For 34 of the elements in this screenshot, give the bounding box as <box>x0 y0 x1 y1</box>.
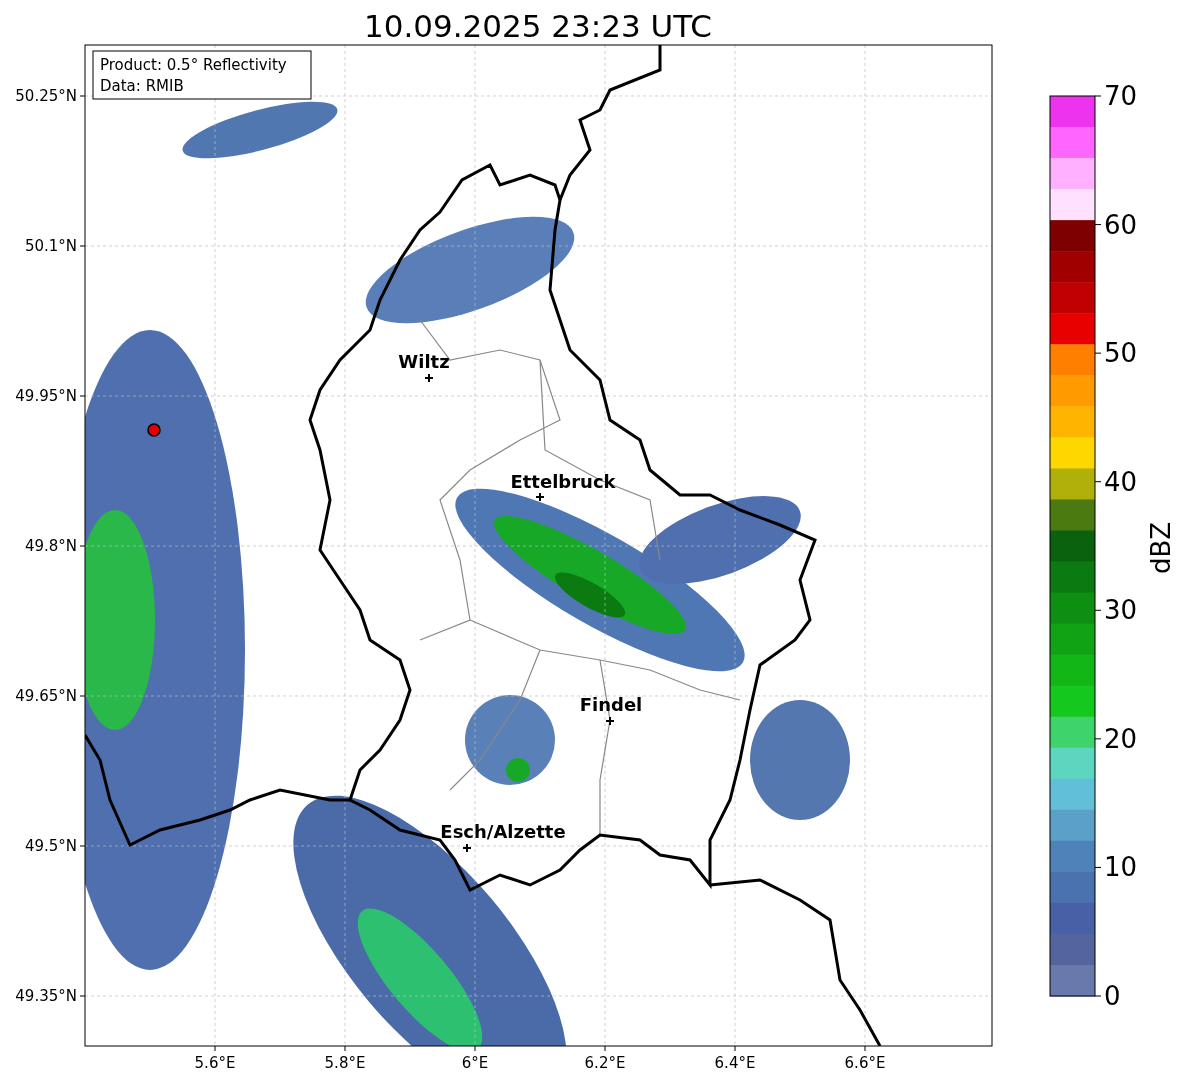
colorbar-tick-label: 10 <box>1104 852 1138 883</box>
latitude-label: 50.1°N <box>24 237 77 255</box>
latitude-label: 49.35°N <box>15 987 77 1005</box>
info-text: Data: RMIB <box>100 77 184 95</box>
longitude-label: 5.8°E <box>324 1054 366 1072</box>
longitude-label: 6°E <box>461 1054 489 1072</box>
colorbar-label: dBZ <box>1146 521 1176 575</box>
city-marker-icon <box>605 716 615 726</box>
longitude-label: 6.4°E <box>714 1054 756 1072</box>
city-label: Esch/Alzette <box>440 821 566 842</box>
colorbar-tick-label: 0 <box>1104 981 1121 1011</box>
colorbar-tick-label: 40 <box>1104 466 1138 497</box>
city-marker-icon <box>535 492 545 502</box>
latitude-label: 50.25°N <box>15 87 77 105</box>
chart-title: 10.09.2025 23:23 UTC <box>364 8 712 44</box>
radar-site-marker <box>147 423 161 437</box>
city-label: Findel <box>579 694 643 715</box>
latitude-label: 49.5°N <box>24 837 77 855</box>
colorbar-tick-label: 30 <box>1104 595 1138 626</box>
city-marker-icon <box>462 843 472 853</box>
city-marker-icon <box>424 373 434 383</box>
longitude-label: 6.2°E <box>584 1054 626 1072</box>
latitude-label: 49.95°N <box>15 387 77 405</box>
colorbar-tick-label: 20 <box>1104 723 1138 754</box>
info-text: Product: 0.5° Reflectivity <box>100 56 287 74</box>
latitude-label: 49.65°N <box>15 687 77 705</box>
city-label: Ettelbruck <box>510 471 616 492</box>
latitude-label: 49.8°N <box>24 537 77 555</box>
colorbar-tick-label: 50 <box>1104 338 1138 369</box>
longitude-label: 6.6°E <box>844 1054 886 1072</box>
colorbar-tick-label: 70 <box>1104 81 1138 111</box>
city-label: Wiltz <box>398 351 450 372</box>
colorbar-tick-label: 60 <box>1104 209 1138 240</box>
longitude-label: 5.6°E <box>194 1054 236 1072</box>
